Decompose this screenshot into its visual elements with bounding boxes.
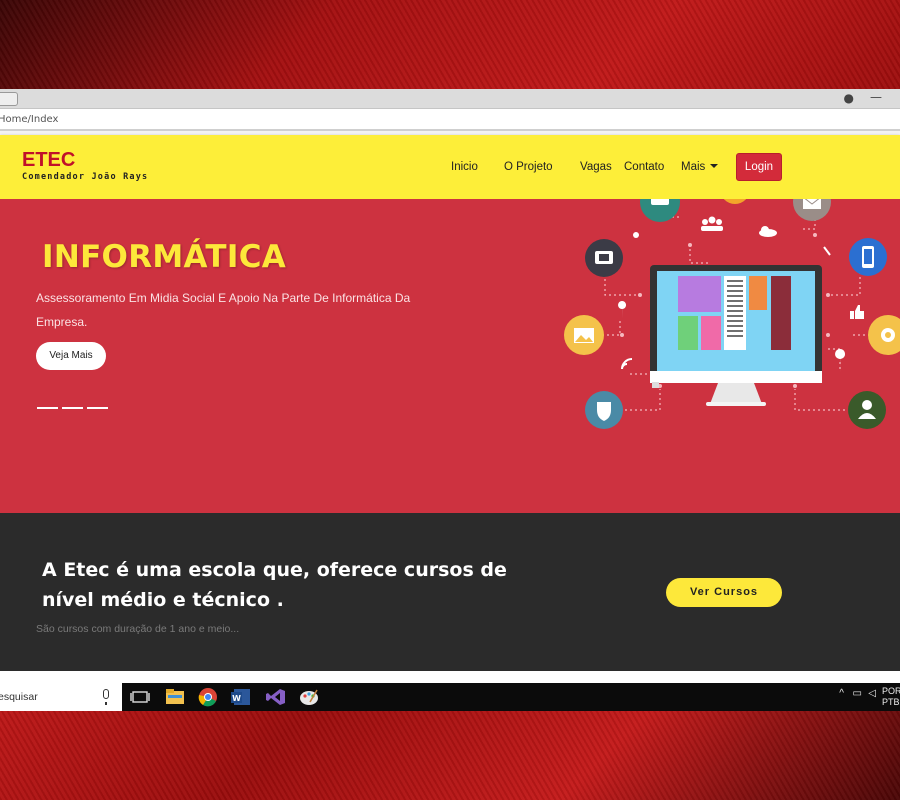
site-navbar: ETEC Comendador João Rays Inicio O Proje… (0, 135, 900, 199)
language-indicator[interactable]: POR PTB2 (882, 686, 900, 708)
info-headline: A Etec é uma escola que, oferece cursos … (42, 559, 507, 611)
carousel-indicator[interactable] (87, 407, 108, 409)
language-line1: POR (882, 686, 900, 696)
nav-dropdown-mais[interactable]: Mais (681, 161, 719, 173)
orange-circle-icon (723, 199, 747, 204)
microphone-icon[interactable] (103, 689, 109, 705)
carousel-indicator[interactable] (62, 407, 83, 409)
nav-link-vagas[interactable]: Vagas (580, 161, 612, 173)
address-text: Home/Index (0, 114, 59, 125)
nav-link-inicio[interactable]: Inicio (451, 161, 478, 173)
browser-window: ● — Home/Index ETEC Comendador João Rays… (0, 89, 900, 685)
nav-link-o-projeto[interactable]: O Projeto (504, 161, 553, 173)
file-explorer-icon[interactable] (164, 687, 186, 707)
browser-tab[interactable] (0, 92, 18, 106)
visual-studio-icon[interactable] (265, 687, 287, 707)
svg-text:W: W (232, 694, 241, 703)
computer-network-illustration (564, 199, 900, 429)
paint-icon[interactable] (298, 687, 320, 707)
volume-icon[interactable]: ◁ (868, 688, 876, 699)
task-view-icon[interactable] (129, 687, 151, 707)
word-icon[interactable]: W (230, 687, 252, 707)
network-icon[interactable]: ▭ (853, 688, 862, 699)
veja-mais-button[interactable]: Veja Mais (36, 342, 106, 370)
address-bar[interactable]: Home/Index (0, 109, 900, 131)
brand-title[interactable]: ETEC (22, 149, 75, 172)
users-icon (702, 219, 708, 225)
info-subtext: São cursos com duração de 1 ano e meio..… (36, 623, 240, 635)
chevron-up-icon[interactable]: ^ (839, 688, 844, 699)
taskbar-search-text: esquisar (0, 691, 38, 703)
carousel-indicator[interactable] (37, 407, 58, 409)
minimize-icon[interactable]: — (870, 90, 882, 104)
language-line2: PTB2 (882, 697, 900, 707)
caret-down-icon (710, 164, 719, 168)
hero-carousel: INFORMÁTICA Assessoramento Em Midia Soci… (0, 199, 900, 513)
nav-link-contato[interactable]: Contato (624, 161, 664, 173)
info-section: A Etec é uma escola que, oferece cursos … (0, 513, 900, 671)
location-pin-icon (835, 349, 846, 373)
link-icon (823, 246, 831, 256)
windows-taskbar: esquisar W ^ ▭ ◁ POR PTB2 (0, 683, 900, 711)
hero-title: INFORMÁTICA (42, 239, 287, 275)
pin-icon (618, 301, 627, 319)
taskbar-search-box[interactable]: esquisar (0, 683, 122, 711)
hero-description: Assessoramento Em Midia Social E Apoio N… (36, 291, 411, 329)
browser-titlebar: ● — (0, 89, 900, 109)
thumbs-up-icon (850, 305, 864, 319)
brand-subtitle: Comendador João Rays (22, 172, 149, 182)
chrome-icon[interactable] (197, 687, 219, 707)
satellite-icon (633, 232, 639, 238)
nav-link-mais: Mais (681, 161, 706, 173)
carousel-indicators (37, 394, 112, 413)
wifi-icon (621, 358, 633, 370)
ver-cursos-button[interactable]: Ver Cursos (666, 578, 782, 607)
account-icon[interactable]: ● (844, 91, 854, 105)
login-button[interactable]: Login (736, 153, 782, 181)
